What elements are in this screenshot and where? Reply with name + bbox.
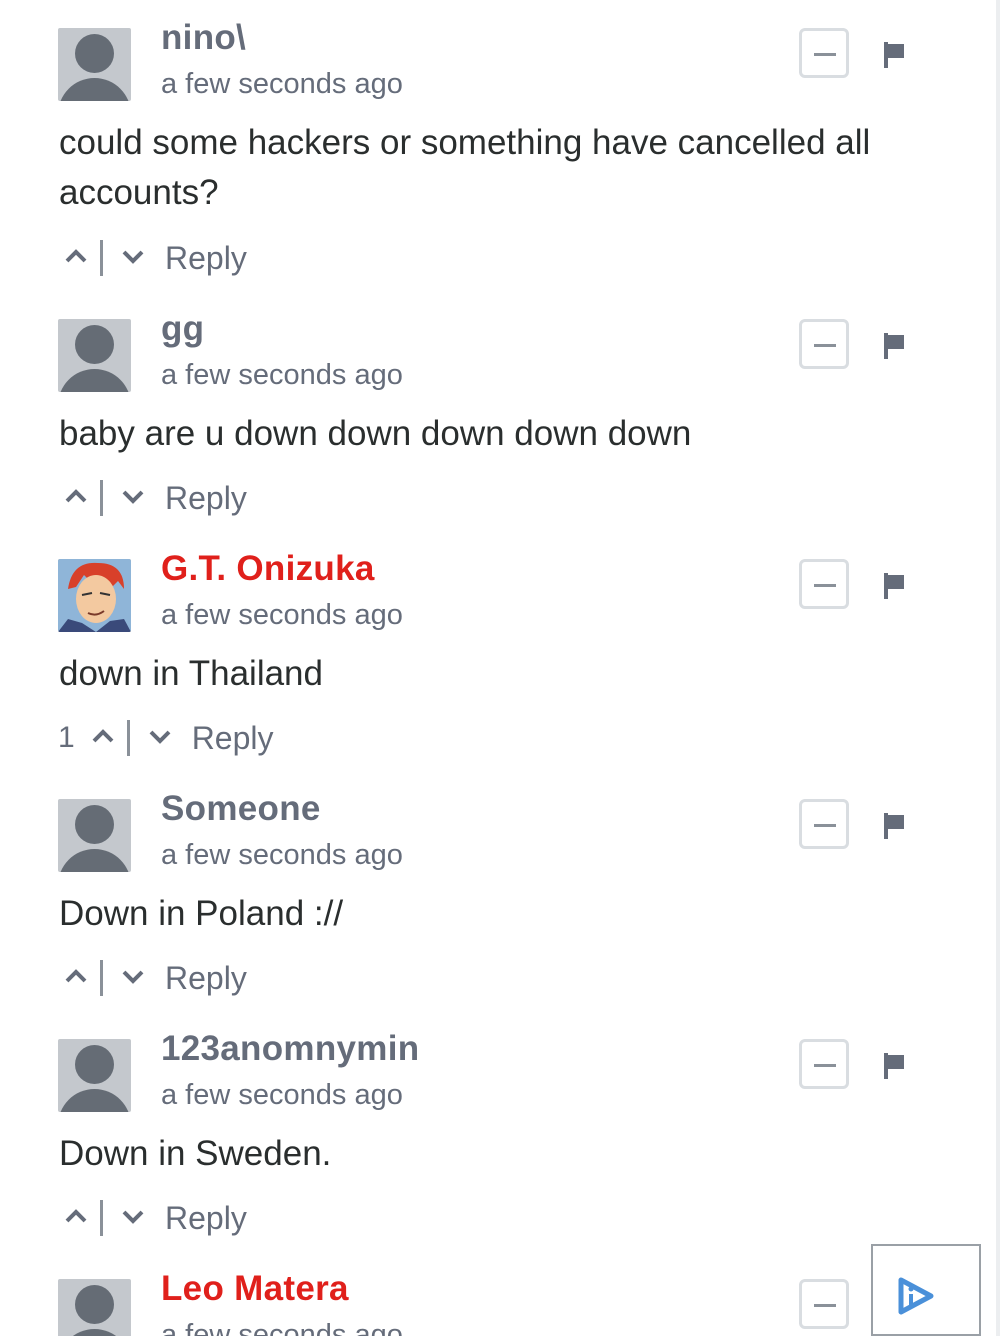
flag-icon[interactable] <box>882 42 906 68</box>
comment-timestamp[interactable]: a few seconds ago <box>161 1079 403 1112</box>
comment-author[interactable]: Leo Matera <box>161 1269 349 1309</box>
downvote-button[interactable] <box>115 238 153 278</box>
chevron-up-icon <box>65 969 87 983</box>
chevron-down-icon <box>122 970 144 984</box>
comment: Leo Matera a few seconds ago <box>0 1251 1000 1336</box>
comment-actions: Reply <box>58 236 247 280</box>
comment-text: down in Thailand <box>59 654 323 693</box>
downvote-button[interactable] <box>115 478 153 518</box>
minus-icon <box>814 53 836 56</box>
chevron-up-icon <box>65 249 87 263</box>
vote-divider <box>100 480 103 516</box>
comment-timestamp[interactable]: a few seconds ago <box>161 839 403 872</box>
comment-author[interactable]: gg <box>161 309 204 349</box>
minus-icon <box>814 344 836 347</box>
comment-text: Down in Sweden. <box>59 1134 332 1173</box>
chevron-down-icon <box>122 1210 144 1224</box>
comment-author[interactable]: G.T. Onizuka <box>161 549 375 589</box>
comment-text: could some hackers or something have can… <box>59 123 871 212</box>
comment: Someone a few seconds ago Down in Poland… <box>0 771 1000 1011</box>
reply-button[interactable]: Reply <box>165 1200 247 1237</box>
comment-text: baby are u down down down down down <box>59 414 692 453</box>
collapse-button[interactable] <box>799 319 849 369</box>
reply-button[interactable]: Reply <box>165 480 247 517</box>
flag-icon[interactable] <box>882 573 906 599</box>
comment-timestamp[interactable]: a few seconds ago <box>161 68 403 101</box>
reply-button[interactable]: Reply <box>165 240 247 277</box>
chevron-down-icon <box>149 730 171 744</box>
avatar[interactable] <box>58 1039 131 1112</box>
avatar[interactable] <box>58 559 131 632</box>
comment-timestamp[interactable]: a few seconds ago <box>161 599 403 632</box>
collapse-button[interactable] <box>799 1039 849 1089</box>
flag-icon[interactable] <box>882 813 906 839</box>
comment-author[interactable]: Someone <box>161 789 321 829</box>
reply-button[interactable]: Reply <box>165 960 247 997</box>
collapse-button[interactable] <box>799 28 849 78</box>
vote-divider <box>100 240 103 276</box>
chevron-down-icon <box>122 490 144 504</box>
collapse-button[interactable] <box>799 799 849 849</box>
upvote-button[interactable] <box>58 238 96 278</box>
minus-icon <box>814 1304 836 1307</box>
collapse-button[interactable] <box>799 1279 849 1329</box>
collapse-button[interactable] <box>799 559 849 609</box>
comment-author[interactable]: nino\ <box>161 18 246 58</box>
downvote-button[interactable] <box>142 718 180 758</box>
flag-icon[interactable] <box>882 1053 906 1079</box>
adchoices-button[interactable] <box>871 1244 981 1336</box>
comment-timestamp[interactable]: a few seconds ago <box>161 359 403 392</box>
chevron-up-icon <box>65 489 87 503</box>
avatar[interactable] <box>58 799 131 872</box>
comment-author[interactable]: 123anomnymin <box>161 1029 419 1069</box>
minus-icon <box>814 824 836 827</box>
adchoices-icon <box>898 1277 934 1315</box>
downvote-button[interactable] <box>115 958 153 998</box>
chevron-up-icon <box>65 1209 87 1223</box>
comment-timestamp[interactable]: a few seconds ago <box>161 1319 403 1336</box>
minus-icon <box>814 1064 836 1067</box>
upvote-button[interactable] <box>85 718 123 758</box>
chevron-down-icon <box>122 250 144 264</box>
avatar[interactable] <box>58 319 131 392</box>
comment: 123anomnymin a few seconds ago Down in S… <box>0 1011 1000 1251</box>
downvote-button[interactable] <box>115 1198 153 1238</box>
upvote-button[interactable] <box>58 958 96 998</box>
comment-actions: 1 Reply <box>58 716 274 760</box>
comment-actions: Reply <box>58 1196 247 1240</box>
comment-actions: Reply <box>58 956 247 1000</box>
vote-divider <box>126 720 130 756</box>
upvote-button[interactable] <box>58 478 96 518</box>
anime-character-avatar-icon <box>58 559 131 632</box>
minus-icon <box>814 584 836 587</box>
upvote-button[interactable] <box>58 1198 96 1238</box>
flag-icon[interactable] <box>882 333 906 359</box>
avatar[interactable] <box>58 28 131 101</box>
avatar[interactable] <box>58 1279 131 1336</box>
comment: nino\ a few seconds ago could some hacke… <box>0 0 1000 276</box>
comment: G.T. Onizuka a few seconds ago down in T… <box>0 531 1000 771</box>
reply-button[interactable]: Reply <box>192 720 274 757</box>
chevron-up-icon <box>92 729 114 743</box>
comment-actions: Reply <box>58 476 247 520</box>
comment: gg a few seconds ago baby are u down dow… <box>0 291 1000 531</box>
vote-score: 1 <box>58 721 75 754</box>
vote-divider <box>100 960 103 996</box>
comment-text: Down in Poland :// <box>59 894 344 933</box>
vote-divider <box>100 1200 103 1236</box>
